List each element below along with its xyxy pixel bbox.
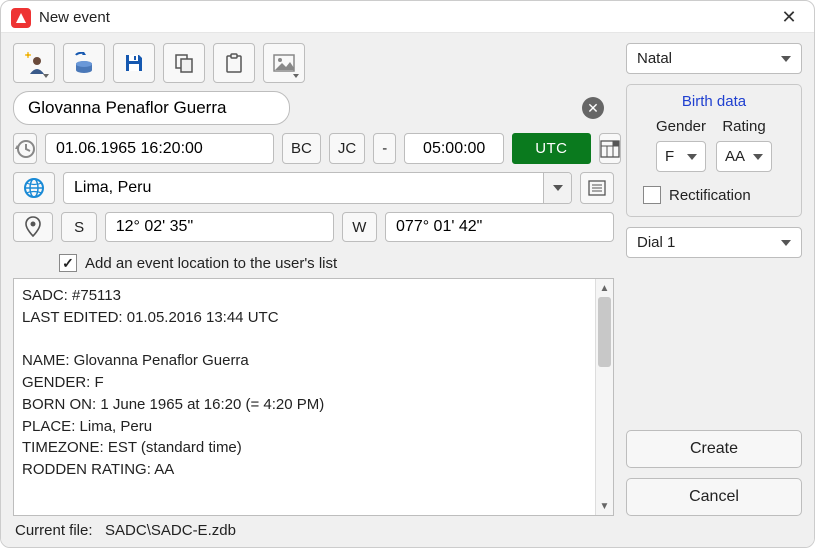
db-refresh-icon (73, 52, 95, 74)
dial-value: Dial 1 (637, 234, 675, 251)
event-type-value: Natal (637, 50, 672, 67)
save-button[interactable] (113, 43, 155, 83)
chevron-down-icon (687, 154, 697, 160)
scroll-down-icon[interactable]: ▼ (596, 497, 613, 515)
birth-data-title: Birth data (637, 93, 791, 110)
add-location-row: ✓ Add an event location to the user's li… (13, 250, 614, 278)
globe-icon (23, 177, 45, 199)
gender-label: Gender (656, 118, 706, 135)
lat-input[interactable] (105, 212, 334, 242)
add-location-checkbox[interactable]: ✓ (59, 254, 77, 272)
rating-select[interactable]: AA (716, 141, 772, 172)
utc-button[interactable]: UTC (512, 133, 590, 164)
bc-button[interactable]: BC (282, 133, 321, 164)
birth-data-panel: Birth data Gender F Rating A (626, 84, 802, 217)
globe-button[interactable] (13, 172, 55, 204)
place-dropdown-arrow[interactable] (543, 173, 571, 203)
chevron-down-icon (753, 154, 763, 160)
datetime-input[interactable] (45, 133, 274, 164)
app-icon (11, 8, 31, 28)
lon-input[interactable] (385, 212, 614, 242)
tz-sign-button[interactable]: - (373, 133, 396, 164)
new-event-dialog: New event ✕ (0, 0, 815, 548)
refresh-db-button[interactable] (63, 43, 105, 83)
paste-icon (224, 53, 244, 73)
rating-value: AA (725, 148, 745, 165)
tz-table-icon (600, 140, 620, 158)
footer: Current file: SADC\SADC-E.zdb (13, 516, 802, 541)
titlebar: New event ✕ (1, 1, 814, 33)
rectification-label: Rectification (669, 187, 751, 204)
scroll-thumb[interactable] (598, 297, 611, 367)
clear-name-button[interactable]: ✕ (582, 97, 604, 119)
cancel-button[interactable]: Cancel (626, 478, 802, 516)
lat-hemi-button[interactable]: S (61, 212, 96, 242)
new-person-button[interactable] (13, 43, 55, 83)
rating-label: Rating (722, 118, 765, 135)
copy-icon (174, 53, 194, 73)
name-input[interactable] (13, 91, 290, 125)
footer-label: Current file: (15, 522, 93, 539)
tz-offset-input[interactable] (404, 133, 504, 164)
notes-area: SADC: #75113 LAST EDITED: 01.05.2016 13:… (13, 278, 614, 516)
scrollbar[interactable]: ▲ ▼ (595, 279, 613, 515)
place-list-button[interactable] (580, 172, 614, 204)
content: ✕ BC JC - (1, 33, 814, 547)
lon-hemi-button[interactable]: W (342, 212, 377, 242)
footer-value: SADC\SADC-E.zdb (105, 522, 236, 539)
place-input[interactable] (64, 173, 543, 203)
image-icon (273, 54, 295, 72)
rectification-checkbox[interactable] (643, 186, 661, 204)
place-combo[interactable] (63, 172, 572, 204)
map-pin-icon (24, 216, 42, 238)
window-title: New event (39, 9, 774, 26)
map-pin-button[interactable] (13, 212, 53, 242)
paste-button[interactable] (213, 43, 255, 83)
save-icon (124, 53, 144, 73)
copy-button[interactable] (163, 43, 205, 83)
close-button[interactable]: ✕ (774, 7, 804, 28)
add-location-label: Add an event location to the user's list (85, 255, 337, 272)
dial-select[interactable]: Dial 1 (626, 227, 802, 258)
list-icon (588, 180, 606, 196)
gender-select[interactable]: F (656, 141, 706, 172)
jc-button[interactable]: JC (329, 133, 365, 164)
notes-text[interactable]: SADC: #75113 LAST EDITED: 01.05.2016 13:… (14, 279, 595, 515)
gender-value: F (665, 148, 674, 165)
toolbar (13, 43, 614, 83)
create-button[interactable]: Create (626, 430, 802, 468)
image-button[interactable] (263, 43, 305, 83)
event-type-select[interactable]: Natal (626, 43, 802, 74)
history-icon (14, 138, 36, 160)
tz-picker-button[interactable] (599, 133, 621, 164)
chevron-down-icon (781, 56, 791, 62)
person-sparkle-icon (22, 52, 46, 74)
history-button[interactable] (13, 133, 37, 164)
scroll-up-icon[interactable]: ▲ (596, 279, 613, 297)
chevron-down-icon (781, 240, 791, 246)
